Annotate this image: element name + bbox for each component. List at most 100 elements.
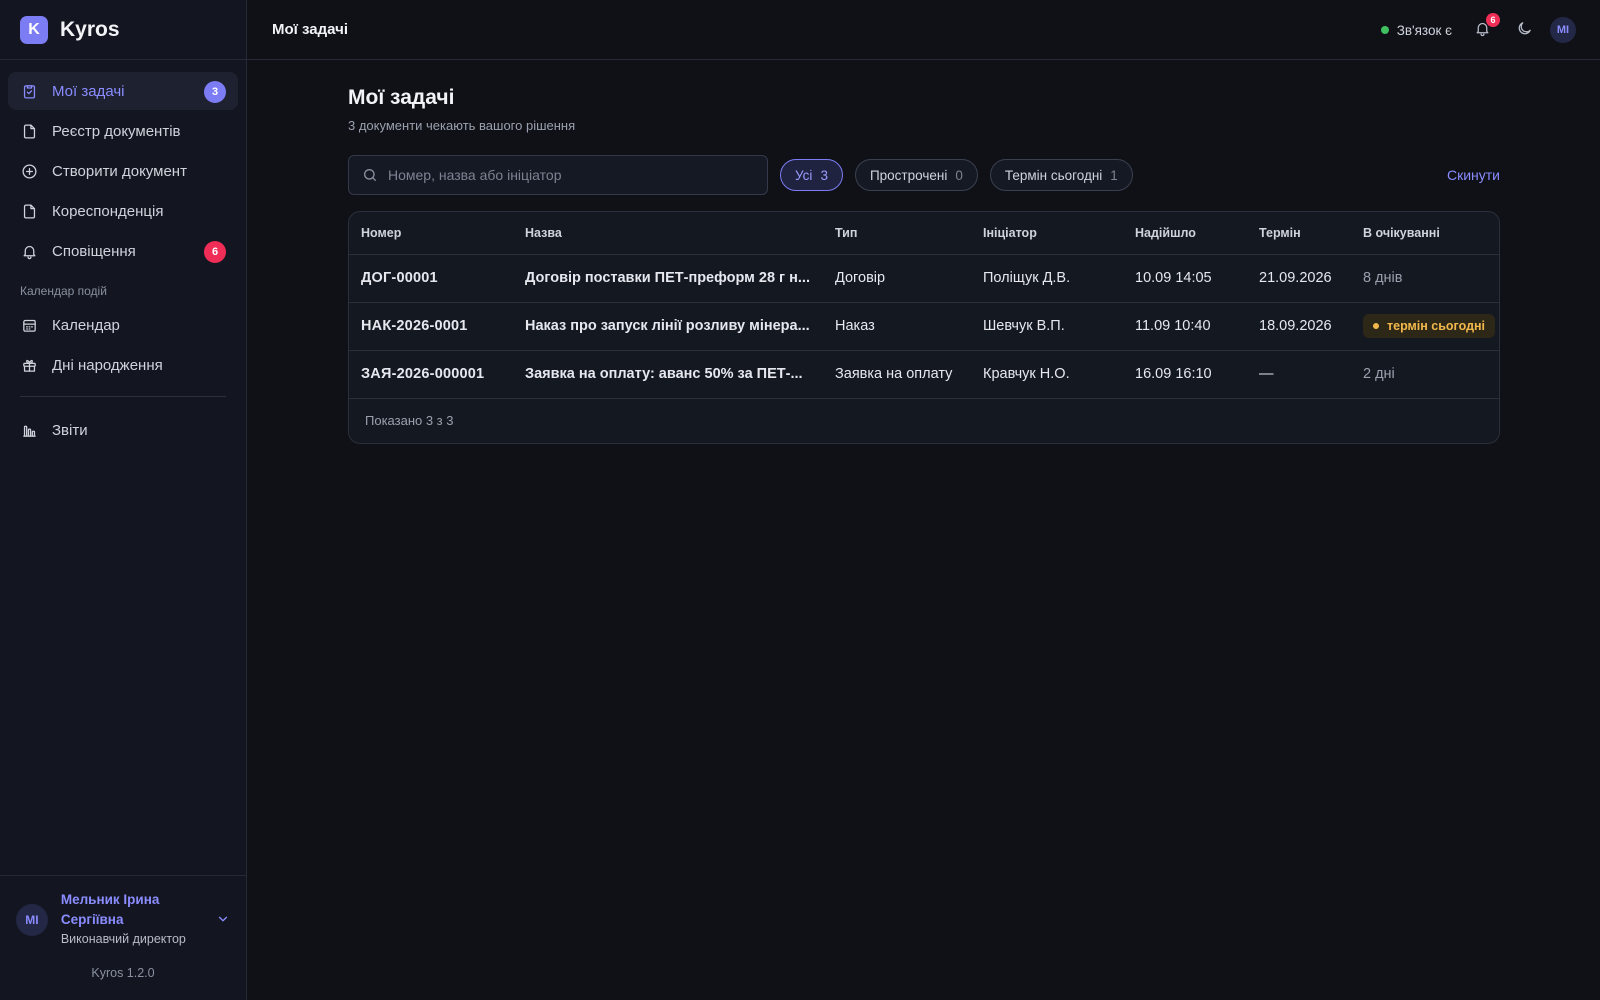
cell-number: НАК-2026-0001 (349, 302, 513, 351)
status-dot-icon (1380, 26, 1389, 34)
filter-label: Прострочені (869, 167, 948, 183)
clipboard-check-icon (20, 82, 38, 100)
sidebar-item-my-tasks[interactable]: Мої задачі 3 (8, 72, 238, 110)
user-role: Виконавчий директор (60, 932, 186, 946)
avatar: МІ (16, 904, 48, 936)
due-today-badge: термін сьогодні (1363, 314, 1496, 338)
sidebar-item-birthdays[interactable]: Дні народження (8, 346, 238, 384)
column-header-name[interactable]: Назва (513, 212, 823, 255)
sidebar: K Kyros Мої задачі 3 Реєстр документів С… (0, 0, 247, 1000)
column-header-number[interactable]: Номер (349, 212, 513, 255)
search-input[interactable] (388, 167, 758, 183)
filter-label: Усі (795, 167, 813, 183)
search-icon (362, 167, 378, 183)
user-info: Мельник Ірина Сергіївна Виконавчий дирек… (61, 890, 210, 946)
cell-number: ЗАЯ-2026-000001 (349, 350, 513, 399)
sidebar-item-reports[interactable]: Звіти (8, 411, 238, 449)
cell-deadline: 18.09.2026 (1247, 302, 1351, 351)
topbar-title: Мої задачі (272, 21, 349, 38)
calendar-icon (20, 316, 38, 334)
column-header-type[interactable]: Тип (823, 212, 971, 255)
topbar-actions: Зв'язок є 6 МІ (1380, 0, 1576, 60)
cell-received: 16.09 16:10 (1123, 350, 1247, 399)
table-row[interactable]: ЗАЯ-2026-000001 Заявка на оплату: аванс … (349, 350, 1499, 399)
cell-type: Наказ (823, 302, 971, 351)
table-footer: Показано 3 з 3 (365, 413, 454, 428)
filter-count: 3 (820, 167, 828, 183)
reset-filters-link[interactable]: Скинути (1447, 167, 1500, 183)
status-dot-icon (1373, 323, 1379, 329)
notifications-count-badge: 6 (204, 241, 226, 263)
table-header-row: Номер Назва Тип Ініціатор Надійшло Термі… (349, 212, 1499, 255)
cell-initiator: Кравчук Н.О. (971, 350, 1123, 399)
column-header-initiator[interactable]: Ініціатор (971, 212, 1123, 255)
filter-toolbar: Усі 3 Прострочені 0 Термін сьогодні 1 Ск… (348, 155, 1500, 195)
tasks-table: Номер Назва Тип Ініціатор Надійшло Термі… (348, 211, 1500, 444)
brand-logo: K (20, 15, 48, 44)
cell-type: Договір (823, 254, 971, 303)
moon-icon (1516, 20, 1533, 40)
user-menu[interactable]: МІ Мельник Ірина Сергіївна Виконавчий ди… (0, 876, 246, 946)
sidebar-item-label: Кореспонденція (52, 202, 164, 220)
filter-chip-due-today[interactable]: Термін сьогодні 1 (989, 159, 1133, 191)
gift-icon (20, 356, 38, 374)
sidebar-divider (20, 396, 226, 397)
bell-icon (20, 242, 38, 260)
cell-name: Договір поставки ПЕТ-преформ 28 г н... (513, 254, 823, 303)
sidebar-item-create-document[interactable]: Створити документ (8, 152, 238, 190)
filter-label: Термін сьогодні (1004, 167, 1103, 183)
app-version: Kyros 1.2.0 (91, 966, 155, 980)
search-box (348, 155, 768, 195)
notifications-button[interactable]: 6 (1470, 13, 1500, 42)
page-title: Мої задачі (348, 86, 455, 109)
sidebar-nav: Мої задачі 3 Реєстр документів Створити … (0, 60, 246, 449)
sidebar-item-label: Реєстр документів (52, 122, 181, 140)
document-icon (20, 202, 38, 220)
cell-waiting: 8 днів (1351, 254, 1499, 303)
filter-count: 1 (1110, 167, 1118, 183)
filter-chip-overdue[interactable]: Прострочені 0 (854, 159, 978, 191)
sidebar-item-label: Сповіщення (52, 242, 136, 260)
cell-name: Наказ про запуск лінії розливу мінера... (513, 302, 823, 351)
sidebar-item-label: Мої задачі (52, 82, 125, 100)
connection-label: Зв'язок є (1396, 22, 1452, 38)
bar-chart-icon (20, 421, 38, 439)
filter-chip-all[interactable]: Усі 3 (780, 159, 843, 191)
sidebar-item-correspondence[interactable]: Кореспонденція (8, 192, 238, 230)
brand-name: Kyros (60, 17, 120, 41)
filter-count: 0 (955, 167, 963, 183)
sidebar-item-label: Створити документ (52, 162, 187, 180)
cell-name: Заявка на оплату: аванс 50% за ПЕТ-... (513, 350, 823, 399)
sidebar-item-label: Дні народження (52, 356, 163, 374)
brand[interactable]: K Kyros (0, 0, 246, 60)
cell-type: Заявка на оплату (823, 350, 971, 399)
sidebar-item-calendar[interactable]: Календар (8, 306, 238, 344)
notifications-badge: 6 (1486, 13, 1500, 27)
sidebar-item-label: Календар (52, 316, 120, 334)
column-header-deadline[interactable]: Термін (1247, 212, 1351, 255)
column-header-received[interactable]: Надійшло (1123, 212, 1247, 255)
avatar[interactable]: МІ (1550, 17, 1576, 43)
sidebar-section-label: Календар подій (20, 284, 107, 298)
cell-received: 10.09 14:05 (1123, 254, 1247, 303)
cell-deadline: — (1247, 350, 1351, 399)
user-panel: МІ Мельник Ірина Сергіївна Виконавчий ди… (0, 875, 246, 1000)
topbar: Мої задачі Зв'язок є 6 МІ (247, 0, 1600, 60)
sidebar-item-label: Звіти (52, 421, 88, 439)
chevron-down-icon[interactable] (216, 912, 230, 929)
due-today-label: термін сьогодні (1387, 319, 1486, 333)
column-header-waiting[interactable]: В очікуванні (1351, 212, 1499, 255)
cell-waiting: 2 дні (1351, 350, 1499, 399)
theme-toggle-button[interactable] (1512, 18, 1536, 42)
connection-status: Зв'язок є (1380, 22, 1452, 38)
table-row[interactable]: ДОГ-00001 Договір поставки ПЕТ-преформ 2… (349, 254, 1499, 303)
cell-waiting: термін сьогодні (1351, 302, 1499, 351)
user-name: Мельник Ірина Сергіївна (60, 892, 160, 927)
tasks-count-badge: 3 (204, 81, 226, 103)
sidebar-item-document-registry[interactable]: Реєстр документів (8, 112, 238, 150)
cell-initiator: Шевчук В.П. (971, 302, 1123, 351)
cell-initiator: Поліщук Д.В. (971, 254, 1123, 303)
sidebar-item-notifications[interactable]: Сповіщення 6 (8, 232, 238, 270)
table-row[interactable]: НАК-2026-0001 Наказ про запуск лінії роз… (349, 302, 1499, 351)
cell-deadline: 21.09.2026 (1247, 254, 1351, 303)
